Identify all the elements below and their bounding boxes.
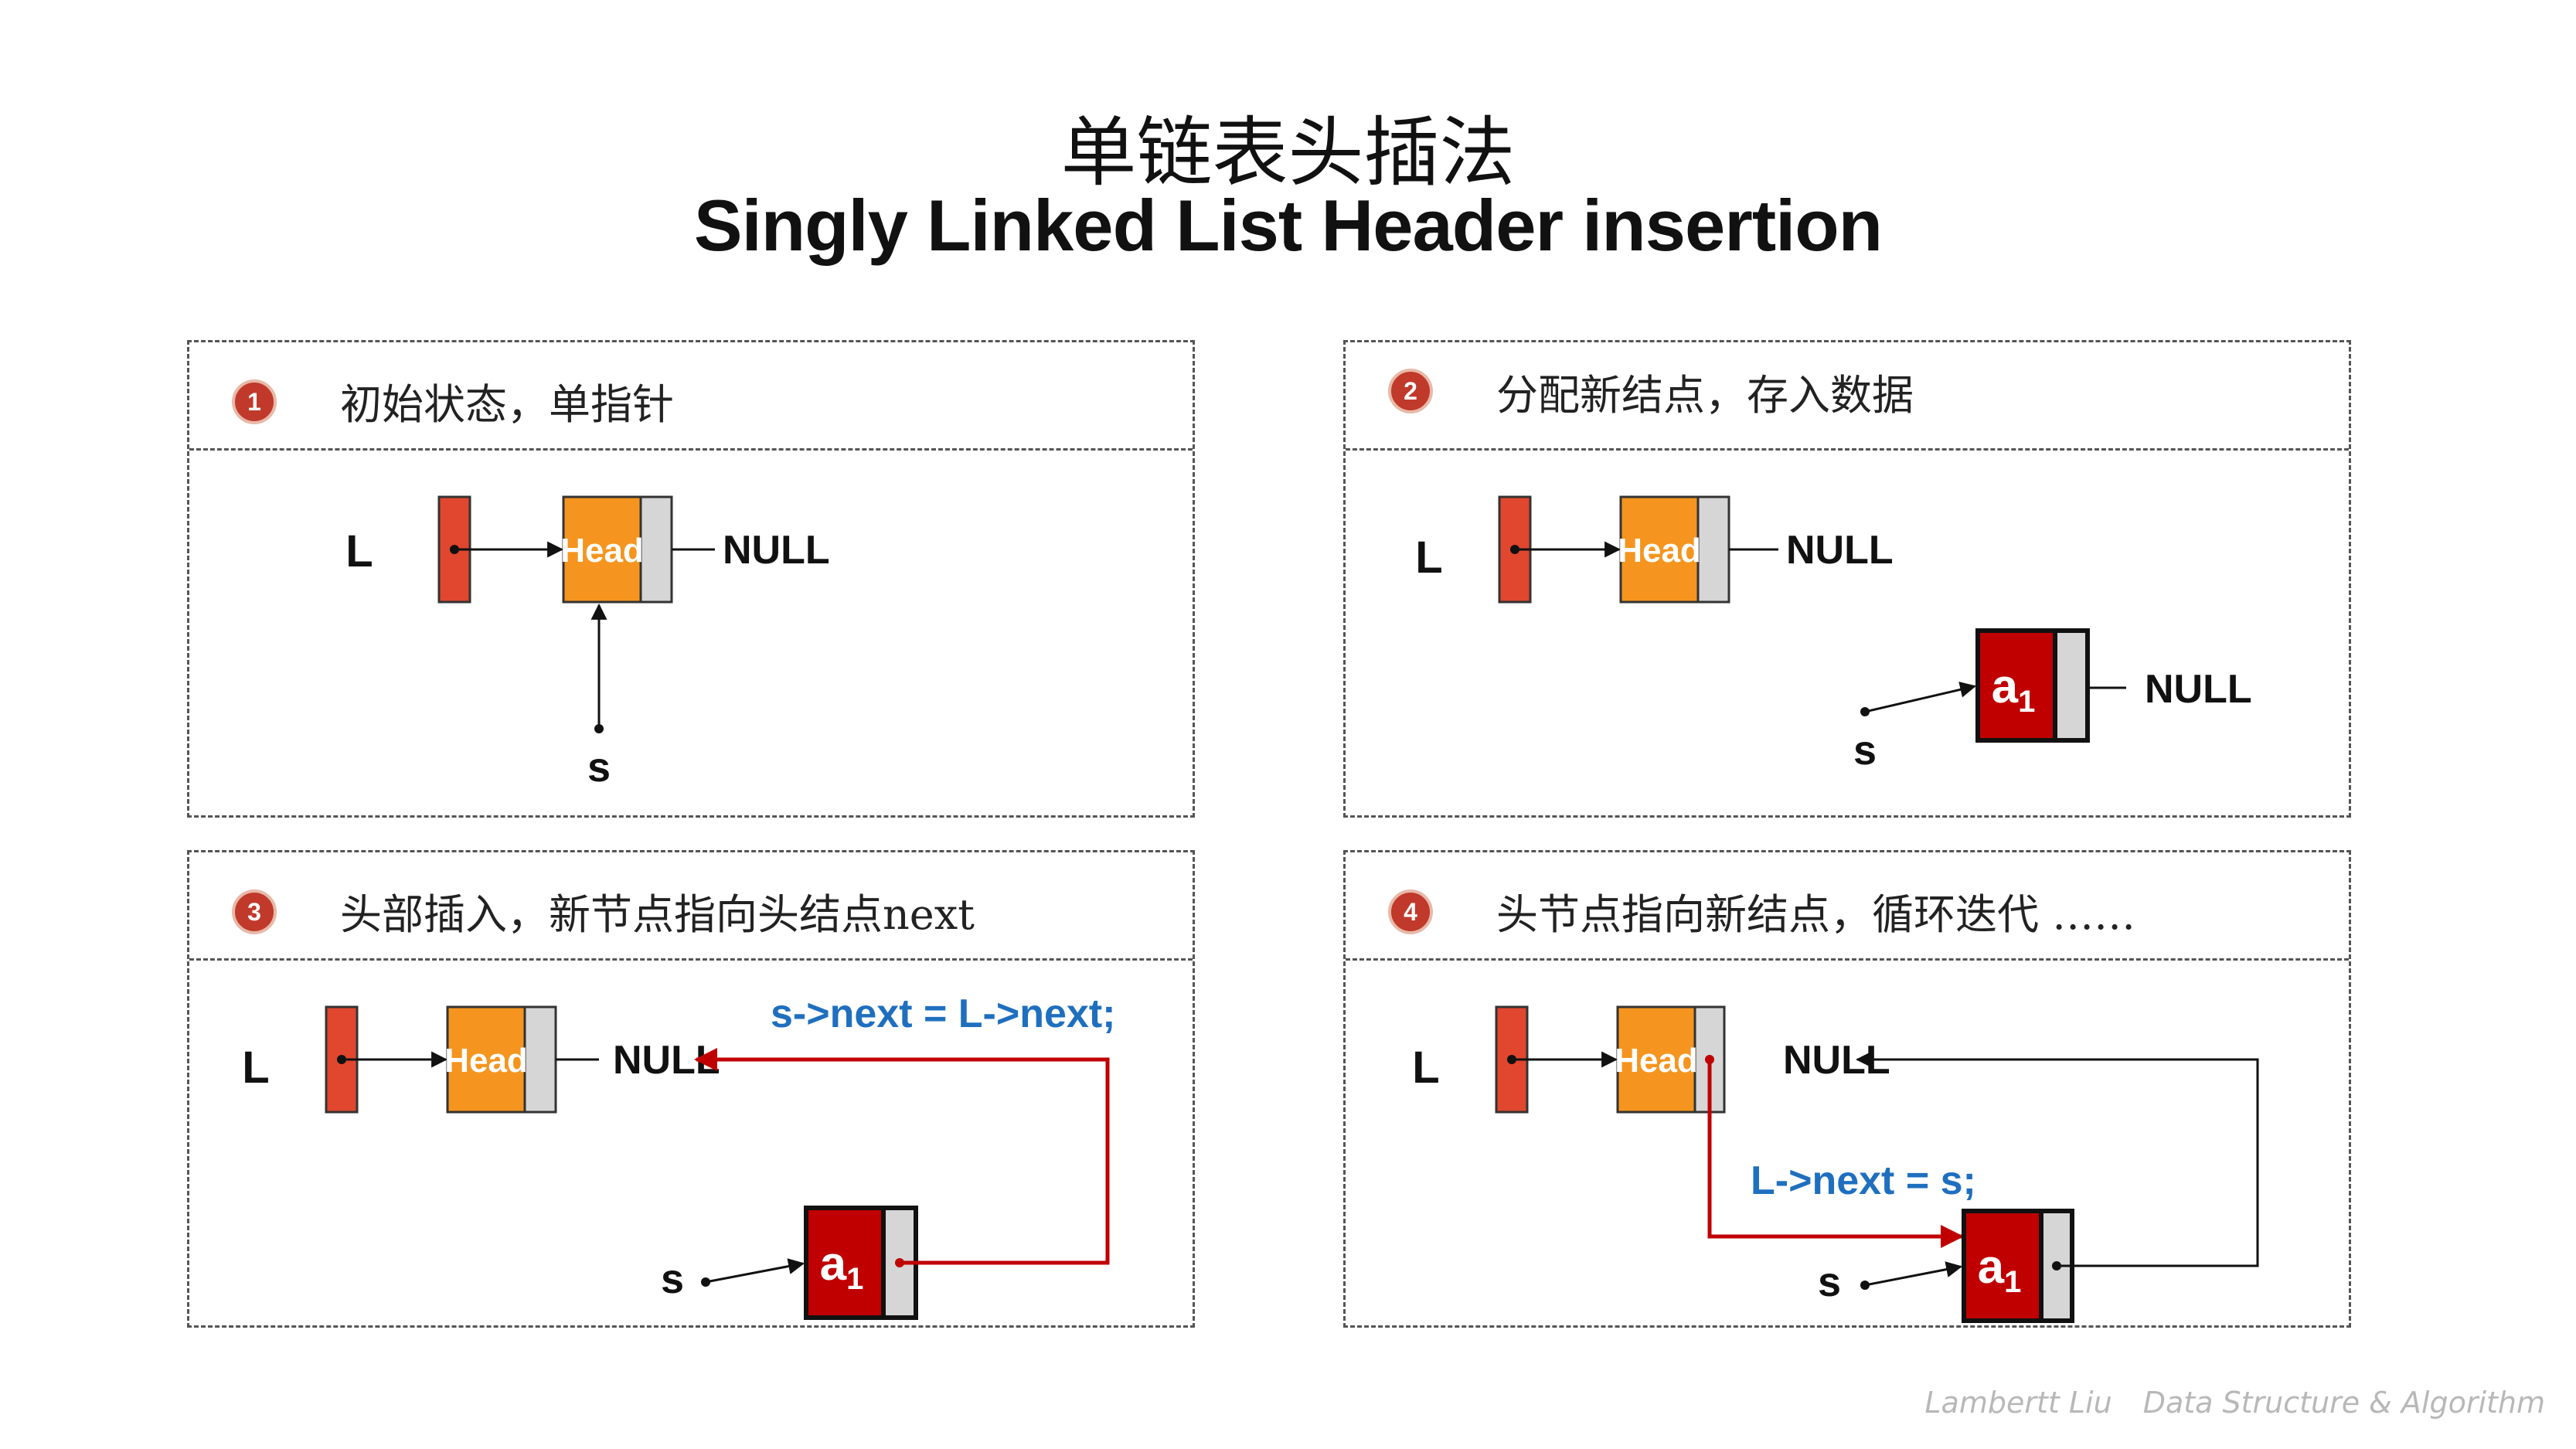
- label-null: NULL: [723, 528, 830, 573]
- diagram-step-4: L Head NULL L->next = s; a1 s: [1412, 1005, 2259, 1323]
- label-s: s: [1853, 727, 1877, 774]
- label-l: L: [345, 526, 373, 577]
- diagram-step-1: L Head NULL s: [345, 495, 830, 791]
- code-step-3: s->next = L->next;: [771, 992, 1115, 1036]
- label-s: s: [1818, 1259, 1841, 1305]
- footer-credit: Lambertt Liu Data Structure & Algorithm: [1894, 1386, 2545, 1420]
- arrow-s-to-node: [705, 1258, 805, 1284]
- panel-step-4: 4 头节点指向新结点，循环迭代 …… L Head NULL L->next =…: [1343, 850, 2351, 1328]
- new-node-next: [2053, 628, 2090, 743]
- diagram-step-3: L Head NULL s->next = L->next; a1 s: [242, 992, 1115, 1320]
- panel-step-2: 2 分配新结点，存入数据 L Head NULL a1 NULL s: [1343, 340, 2351, 818]
- head-label: Head: [560, 532, 644, 570]
- head-label: Head: [1618, 532, 1701, 570]
- head-node-next: [1696, 495, 1730, 604]
- panel-step-1: 1 初始状态，单指针 L Head NULL s: [187, 340, 1195, 818]
- arrow-s-to-node: [1864, 682, 1977, 713]
- head-label: Head: [444, 1042, 528, 1080]
- head-label: Head: [1615, 1042, 1698, 1080]
- code-step-4: L->next = s;: [1751, 1158, 1976, 1203]
- label-null: NULL: [2145, 667, 2252, 712]
- label-l: L: [1415, 532, 1442, 583]
- label-l: L: [242, 1043, 269, 1093]
- head-node-next: [639, 495, 673, 604]
- footer-author: Lambertt Liu: [1924, 1386, 2112, 1420]
- label-l: L: [1412, 1043, 1439, 1093]
- title-english: Singly Linked List Header insertion: [693, 185, 1883, 266]
- diagram-step-2: L Head NULL a1 NULL s: [1415, 495, 2252, 774]
- arrow-head-to-new: [1707, 1060, 1964, 1248]
- label-null: NULL: [1786, 528, 1894, 573]
- arrow-s-to-node: [1864, 1261, 1963, 1287]
- label-s: s: [587, 744, 611, 791]
- label-s: s: [661, 1256, 684, 1302]
- head-node-next: [523, 1005, 557, 1114]
- panel-step-3: 3 头部插入，新节点指向头结点next L Head NULL s->next …: [187, 850, 1195, 1328]
- footer-course: Data Structure & Algorithm: [2142, 1386, 2545, 1420]
